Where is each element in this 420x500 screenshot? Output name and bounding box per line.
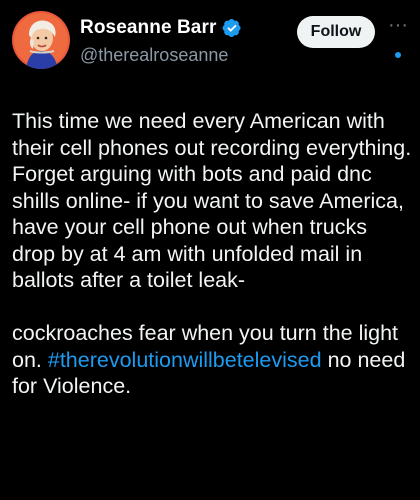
tweet-card: Roseanne Barr @therealroseanne Follow ··… (0, 0, 420, 500)
verified-badge-icon (222, 18, 242, 38)
hashtag-link[interactable]: #therevolutionwillbetelevised (48, 348, 322, 372)
avatar-photo-icon (12, 11, 70, 69)
tweet-paragraph: This time we need every American with th… (12, 109, 412, 292)
notification-dot (395, 52, 401, 58)
author-handle[interactable]: @therealroseanne (80, 45, 228, 66)
author-name-row: Roseanne Barr (80, 17, 242, 39)
author-avatar[interactable] (12, 11, 70, 69)
author-display-name[interactable]: Roseanne Barr (80, 17, 216, 39)
more-horizontal-icon[interactable]: ··· (386, 15, 410, 40)
tweet-paragraph: cockroaches fear when you turn the light… (12, 320, 412, 400)
follow-button[interactable]: Follow (297, 16, 375, 48)
tweet-text: This time we need every American with th… (12, 108, 412, 400)
